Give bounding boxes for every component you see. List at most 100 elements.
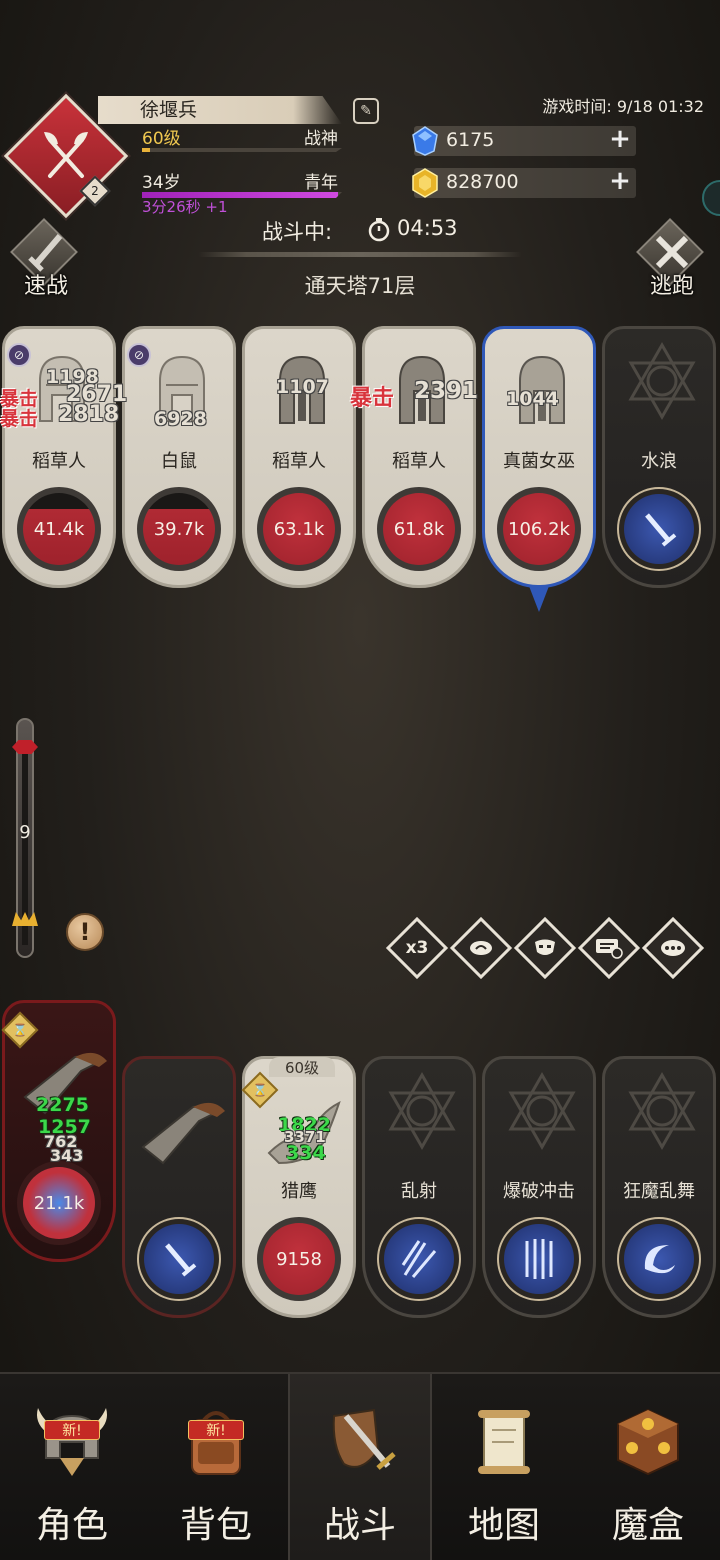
- bottom-nav: 新! 角色 新! 背包 战斗 地图 魔盒: [0, 1372, 720, 1560]
- blast-icon: [525, 1239, 553, 1279]
- enemy-card-3[interactable]: 稻草人 63.1k: [242, 326, 356, 588]
- player-level: 60级: [142, 129, 181, 149]
- stopwatch-icon: [368, 218, 390, 242]
- edit-icon[interactable]: ✎: [353, 98, 379, 124]
- scroll-map-icon: [478, 1410, 530, 1474]
- gold-count: 828700: [446, 171, 519, 193]
- pistol-icon: [141, 1102, 225, 1165]
- level-bar: [142, 148, 342, 152]
- damage-number: 1044: [506, 388, 559, 410]
- chat-icon: [661, 940, 685, 956]
- gem-icon: [412, 126, 438, 156]
- floor-title: 通天塔71层: [304, 274, 416, 298]
- nav-backpack[interactable]: 新! 背包: [144, 1374, 288, 1560]
- hexagram-rune-icon: [628, 341, 696, 421]
- ally-hp-ring: 21.1k: [17, 1161, 101, 1245]
- crit-label: 暴击: [0, 408, 39, 430]
- alert-icon[interactable]: !: [66, 913, 104, 951]
- ally-skill-name: 爆破冲击: [503, 1181, 575, 1202]
- nav-label: 魔盒: [611, 1505, 684, 1546]
- enemy-hp: 63.1k: [263, 493, 335, 565]
- nav-label: 角色: [35, 1505, 108, 1546]
- divider: [198, 252, 522, 257]
- enemy-name: 白鼠: [161, 451, 197, 472]
- add-gems-button[interactable]: +: [608, 126, 632, 152]
- speed-x3-button[interactable]: x3: [385, 916, 449, 980]
- auto-button[interactable]: [513, 916, 577, 980]
- gold-icon: [412, 168, 438, 198]
- heal-number: 334: [286, 1142, 326, 1164]
- nav-label: 战斗: [323, 1505, 396, 1546]
- hexagram-rune-icon: [628, 1071, 696, 1151]
- age-row: 34岁 青年: [142, 168, 342, 198]
- magic-cube-icon: [617, 1408, 679, 1476]
- nav-map[interactable]: 地图: [432, 1374, 576, 1560]
- player-name: 徐堰兵: [98, 96, 342, 124]
- enemy-name: 水浪: [641, 451, 677, 472]
- mask-button[interactable]: [449, 916, 513, 980]
- enemy-hp-ring: 41.4k: [17, 487, 101, 571]
- enemy-hp-ring: 106.2k: [497, 487, 581, 571]
- enemy-name: 稻草人: [32, 451, 86, 472]
- enemy-name: 真菌女巫: [503, 451, 575, 472]
- age-timer: 3分26秒 +1: [142, 198, 228, 216]
- enemy-hp-ring: 39.7k: [137, 487, 221, 571]
- enemy-hp-ring: 61.8k: [377, 487, 461, 571]
- ally-card-2[interactable]: [122, 1056, 236, 1318]
- ally-card-3[interactable]: 60级 ⌛ 猎鹰 9158: [241, 1056, 356, 1318]
- gold-currency: 828700 +: [412, 168, 636, 198]
- enemy-hp-ring: 63.1k: [257, 487, 341, 571]
- hexagram-rune-icon: [388, 1071, 456, 1151]
- damage-number: 343: [50, 1146, 84, 1165]
- player-title: 战神: [304, 129, 338, 149]
- player-life-stage: 青年: [304, 173, 338, 193]
- heal-number: 2275: [36, 1094, 89, 1116]
- enemy-card-5[interactable]: 真菌女巫 106.2k: [482, 326, 596, 588]
- nav-label: 背包: [179, 1505, 252, 1546]
- hexagram-rune-icon: [508, 1071, 576, 1151]
- damage-number: 2391: [414, 378, 479, 404]
- nav-magic-box[interactable]: 魔盒: [576, 1374, 720, 1560]
- shield-buff-icon: ⊘: [127, 343, 151, 367]
- header: 2 徐堰兵 ✎ 60级 战神 34岁 青年 3分26秒 +1 游戏时间: 9/1…: [0, 0, 720, 300]
- crown-marker-icon: [12, 912, 38, 926]
- sword-icon: [645, 513, 677, 547]
- game-time: 游戏时间: 9/18 01:32: [542, 97, 704, 116]
- nav-battle[interactable]: 战斗: [288, 1374, 432, 1560]
- chat-filter-button[interactable]: [577, 916, 641, 980]
- ally-skill-ring: [137, 1217, 221, 1301]
- ally-hp-ring: 9158: [257, 1217, 341, 1301]
- enemy-hp: 41.4k: [23, 493, 95, 565]
- ally-card-4[interactable]: 乱射: [362, 1056, 476, 1318]
- target-pointer-icon: [529, 586, 549, 612]
- battle-timer: 04:53: [397, 216, 458, 240]
- ally-hp: 21.1k: [23, 1167, 95, 1239]
- crit-label: 暴击: [350, 386, 395, 411]
- enemy-hp: 106.2k: [503, 493, 575, 565]
- damage-number: 2818: [58, 402, 120, 427]
- enemy-name: 稻草人: [392, 451, 446, 472]
- chat-button[interactable]: [641, 916, 705, 980]
- ally-skill-ring: [377, 1217, 461, 1301]
- level-row: 60级 战神: [142, 124, 342, 152]
- enemy-card-4[interactable]: 稻草人 61.8k: [362, 326, 476, 588]
- enemy-card-6[interactable]: 水浪: [602, 326, 716, 588]
- ally-hp: 9158: [263, 1223, 335, 1295]
- nav-character[interactable]: 新! 角色: [0, 1374, 144, 1560]
- battle-status: 战斗中:: [262, 220, 333, 244]
- ally-card-5[interactable]: 爆破冲击: [482, 1056, 596, 1318]
- player-age: 34岁: [142, 173, 181, 193]
- ally-card-6[interactable]: 狂魔乱舞: [602, 1056, 716, 1318]
- ally-name: 猎鹰: [281, 1181, 317, 1202]
- ally-skill-ring: [497, 1217, 581, 1301]
- sword-shield-icon: [332, 1408, 396, 1470]
- enemy-hp: 39.7k: [143, 493, 215, 565]
- side-menu-button[interactable]: [702, 180, 720, 216]
- face-mask-icon: [535, 939, 555, 955]
- add-gold-button[interactable]: +: [608, 168, 632, 194]
- damage-number: 6928: [154, 408, 207, 430]
- backpack-icon: [191, 1411, 241, 1475]
- damage-number: 1107: [276, 376, 329, 398]
- enemy-card-2[interactable]: ⊘ 白鼠 39.7k: [122, 326, 236, 588]
- wave-progress-value: 9: [19, 822, 31, 843]
